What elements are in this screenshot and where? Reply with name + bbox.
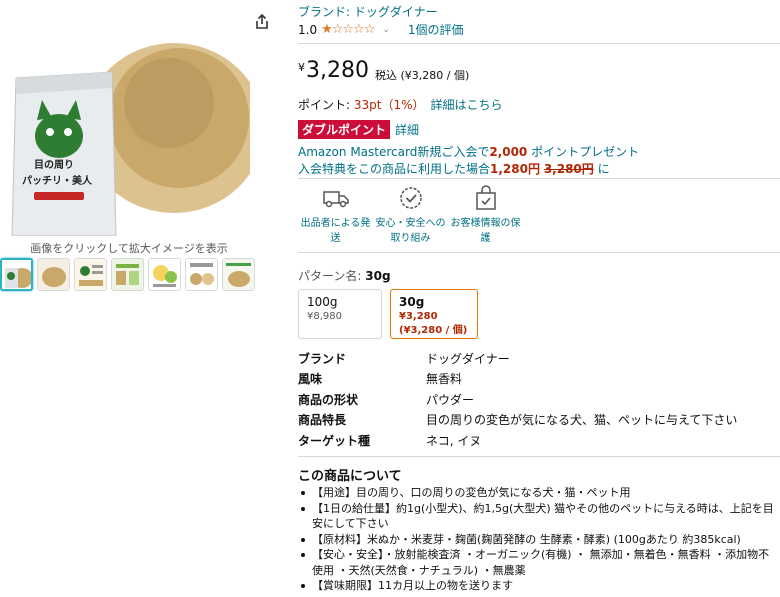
about-item: 【原材料】米ぬか・米麦芽・麹菌(麹菌発酵の 生酵素・酵素) (100gあたり 約…: [298, 532, 780, 548]
shield-check-icon: [394, 184, 428, 212]
double-points-badge: ダブルポイント: [298, 120, 391, 139]
spec-value: ドッグダイナー: [426, 351, 510, 366]
double-points-details-link[interactable]: 詳細: [395, 121, 419, 138]
spec-row: ブランド ドッグダイナー: [298, 348, 780, 369]
spec-key: 商品特長: [298, 413, 347, 428]
double-points-row: ダブルポイント 詳細: [298, 120, 419, 139]
pattern-option-30g[interactable]: 30g ¥3,280 (¥3,280 / 個): [390, 289, 478, 339]
image-gallery: 目の周り パッチリ・美人 画像をクリックして拡大イメージを表示: [0, 0, 285, 597]
main-product-image[interactable]: 目の周り パッチリ・美人: [4, 8, 250, 236]
points-row: ポイント: 33pt（1%） 詳細はこちら: [298, 96, 503, 113]
spec-row: 風味 無香料: [298, 369, 780, 390]
points-details-link[interactable]: 詳細はこちら: [431, 98, 503, 112]
pattern-label: パターン名: 30g: [298, 267, 391, 284]
pattern-selected: 30g: [365, 269, 391, 283]
thumbnail[interactable]: [37, 258, 70, 291]
thumbnail[interactable]: [185, 258, 218, 291]
feature-label: お客様情報の保護: [450, 218, 521, 244]
divider: [298, 178, 780, 179]
price-symbol: ¥: [298, 61, 305, 74]
promo2-old-price: 3,280円: [543, 162, 594, 176]
package-text-2: パッチリ・美人: [22, 174, 93, 187]
spec-value: 目の周りの変色が気になる犬、猫、ペットに与えて下さい: [426, 413, 738, 428]
divider: [298, 43, 780, 44]
image-caption: 画像をクリックして拡大イメージを表示: [30, 242, 228, 255]
pattern-option-100g[interactable]: 100g ¥8,980: [298, 289, 382, 339]
pattern-label-text: パターン名:: [298, 269, 366, 283]
thumbnail[interactable]: [222, 258, 255, 291]
promo1-post: ポイントプレゼント: [527, 145, 640, 159]
star-rating-icon[interactable]: ★☆☆☆☆: [321, 22, 375, 37]
spec-key: 商品の形状: [298, 392, 359, 407]
divider: [298, 456, 780, 457]
spec-value: パウダー: [426, 392, 475, 407]
spec-row: 商品特長 目の周りの変色が気になる犬、猫、ペットに与えて下さい: [298, 410, 780, 431]
truck-icon: [319, 184, 353, 212]
spec-row: ターゲット種 ネコ, イヌ: [298, 430, 780, 451]
promo2-text: 入会特典をこの商品に利用した場合: [298, 162, 491, 176]
points-label: ポイント:: [298, 98, 354, 112]
chevron-down-icon[interactable]: ⌄: [382, 25, 390, 35]
about-list: 【用途】目の周り、口の周りの変色が気になる犬・猫・ペット用 【1日の給仕量】約1…: [298, 485, 780, 594]
thumbnail[interactable]: [74, 258, 107, 291]
spec-key: ブランド: [298, 351, 347, 366]
promo1-text: Amazon Mastercard新規ご入会で: [298, 145, 490, 159]
promo-discount-line: 入会特典をこの商品に利用した場合1,280円 3,280円 に: [298, 160, 610, 177]
option-price: ¥3,280: [399, 311, 438, 322]
about-item: 【賞味期限】11カ月以上の物を送ります: [298, 578, 780, 594]
price-tax: 税込 (¥3,280 / 個): [374, 69, 470, 82]
spec-row: 商品の形状 パウダー: [298, 389, 780, 410]
divider: [298, 252, 780, 253]
feature-seller-shipping[interactable]: 出品者による発送: [298, 184, 373, 246]
feature-privacy[interactable]: お客様情報の保護: [448, 184, 523, 246]
rating-count-link[interactable]: 1個の評価: [408, 21, 464, 38]
brand-link[interactable]: ブランド: ドッグダイナー: [298, 3, 438, 20]
option-name: 100g: [307, 295, 338, 309]
about-item: 【安心・安全】・放射能検査済 ・オーガニック(有機) ・ 無添加・無着色・無香料…: [298, 547, 780, 578]
feature-safety[interactable]: 安心・安全への取り組み: [373, 184, 448, 246]
spec-key: 風味: [298, 372, 323, 387]
thumbnail[interactable]: [148, 258, 181, 291]
spec-key: ターゲット種: [298, 433, 371, 448]
about-item: 【1日の給仕量】約1g(小型犬)、約1,5g(大型犬) 猫やその他のペットに与え…: [298, 501, 780, 532]
option-unit-price: (¥3,280 / 個): [399, 325, 468, 336]
share-icon: [256, 14, 268, 29]
spec-value: ネコ, イヌ: [426, 433, 482, 448]
option-name: 30g: [399, 295, 425, 309]
lock-bag-icon: [469, 184, 503, 212]
promo2-price: 1,280円: [490, 162, 540, 176]
promo2-post: に: [593, 162, 610, 176]
spec-value: 無香料: [426, 372, 463, 387]
thumbnail[interactable]: [111, 258, 144, 291]
spec-table: ブランド ドッグダイナー 風味 無香料 商品の形状 パウダー 商品特長 目の周りの変色が…: [298, 348, 780, 451]
price-amount: 3,280: [306, 58, 369, 83]
package-text-1: 目の周り: [34, 159, 74, 171]
points-value: 33pt（1%）: [353, 98, 425, 112]
rating-row: 1.0 ★☆☆☆☆ ⌄ 1個の評価: [298, 21, 464, 38]
thumbnail[interactable]: [0, 258, 33, 291]
promo1-points: 2,000: [489, 145, 528, 159]
price-block: ¥ 3,280 税込 (¥3,280 / 個): [298, 58, 469, 83]
rating-value: 1.0: [298, 22, 318, 37]
share-button[interactable]: [250, 10, 274, 34]
option-price: ¥8,980: [307, 311, 342, 322]
about-title: この商品について: [298, 469, 402, 484]
mastercard-promo-link[interactable]: Amazon Mastercard新規ご入会で2,000 ポイントプレゼント: [298, 143, 639, 160]
feature-icons: 出品者による発送 安心・安全への取り組み お客様情報の保護: [298, 184, 523, 246]
feature-label: 安心・安全への取り組み: [375, 218, 446, 244]
feature-label: 出品者による発送: [300, 218, 371, 244]
thumbnail-strip: [0, 258, 255, 291]
about-item: 【用途】目の周り、口の周りの変色が気になる犬・猫・ペット用: [298, 485, 780, 501]
